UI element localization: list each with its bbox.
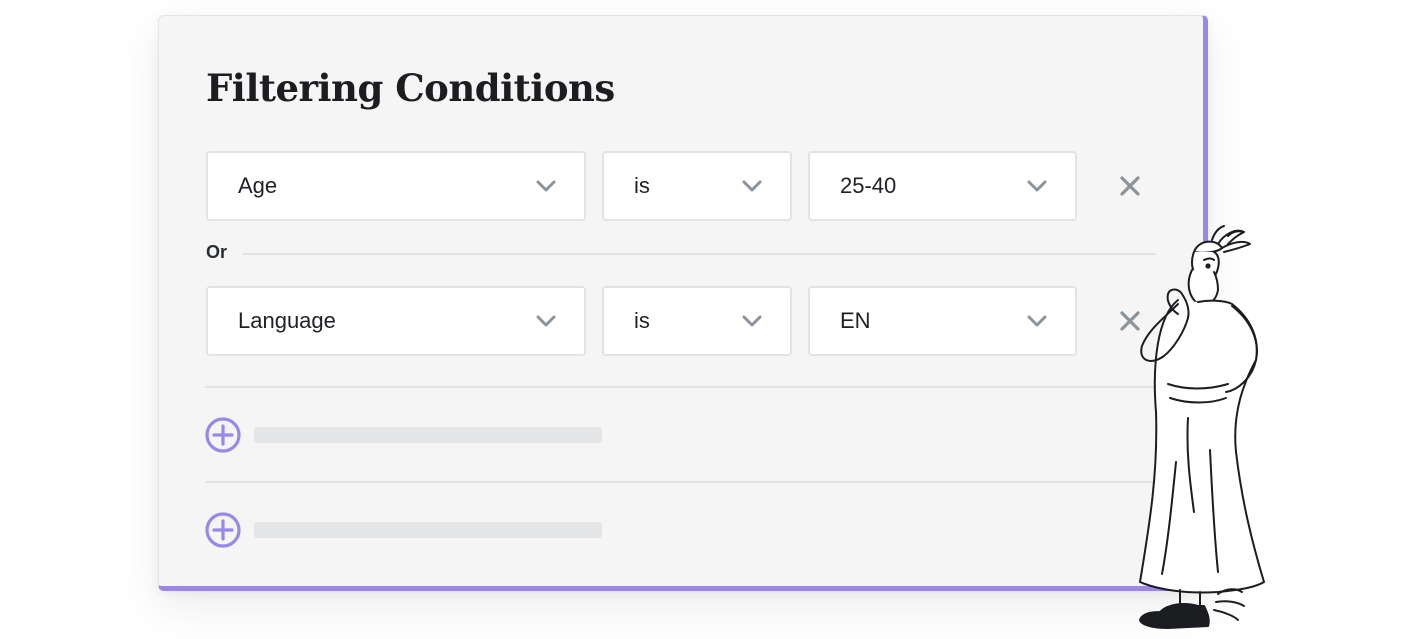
filtering-conditions-panel: Filtering Conditions Age is 25-40 Or Lan… <box>158 15 1208 591</box>
field-select[interactable]: Language <box>206 286 586 356</box>
stage: Filtering Conditions Age is 25-40 Or Lan… <box>0 0 1424 639</box>
operator-select-value: is <box>634 308 650 333</box>
plus-circle-icon[interactable] <box>204 511 242 549</box>
hermes-figure-illustration <box>1139 225 1265 629</box>
add-condition-row <box>204 416 604 454</box>
value-select-value: 25-40 <box>840 173 897 198</box>
value-select[interactable]: 25-40 <box>808 151 1077 221</box>
chevron-down-icon <box>742 180 762 192</box>
chevron-down-icon <box>1027 180 1047 192</box>
plus-circle-icon[interactable] <box>204 416 242 454</box>
section-divider <box>205 481 1205 483</box>
value-select[interactable]: EN <box>808 286 1077 356</box>
chevron-down-icon <box>536 315 556 327</box>
condition-row: Age is 25-40 <box>206 151 1196 221</box>
panel-title: Filtering Conditions <box>206 66 615 110</box>
value-select-value: EN <box>840 308 871 333</box>
chevron-down-icon <box>1027 315 1047 327</box>
or-separator: Or <box>206 242 1156 266</box>
field-select-value: Language <box>238 308 336 333</box>
chevron-down-icon <box>536 180 556 192</box>
close-icon[interactable] <box>1117 173 1143 199</box>
chevron-down-icon <box>742 315 762 327</box>
field-select[interactable]: Age <box>206 151 586 221</box>
placeholder-bar <box>254 522 602 538</box>
field-select-value: Age <box>238 173 278 198</box>
or-label: Or <box>206 242 228 262</box>
or-divider-line <box>243 253 1156 255</box>
condition-row: Language is EN <box>206 286 1196 356</box>
operator-select-value: is <box>634 173 650 198</box>
operator-select[interactable]: is <box>602 151 792 221</box>
operator-select[interactable]: is <box>602 286 792 356</box>
section-divider <box>205 386 1205 388</box>
add-condition-row <box>204 511 604 549</box>
placeholder-bar <box>254 427 602 443</box>
